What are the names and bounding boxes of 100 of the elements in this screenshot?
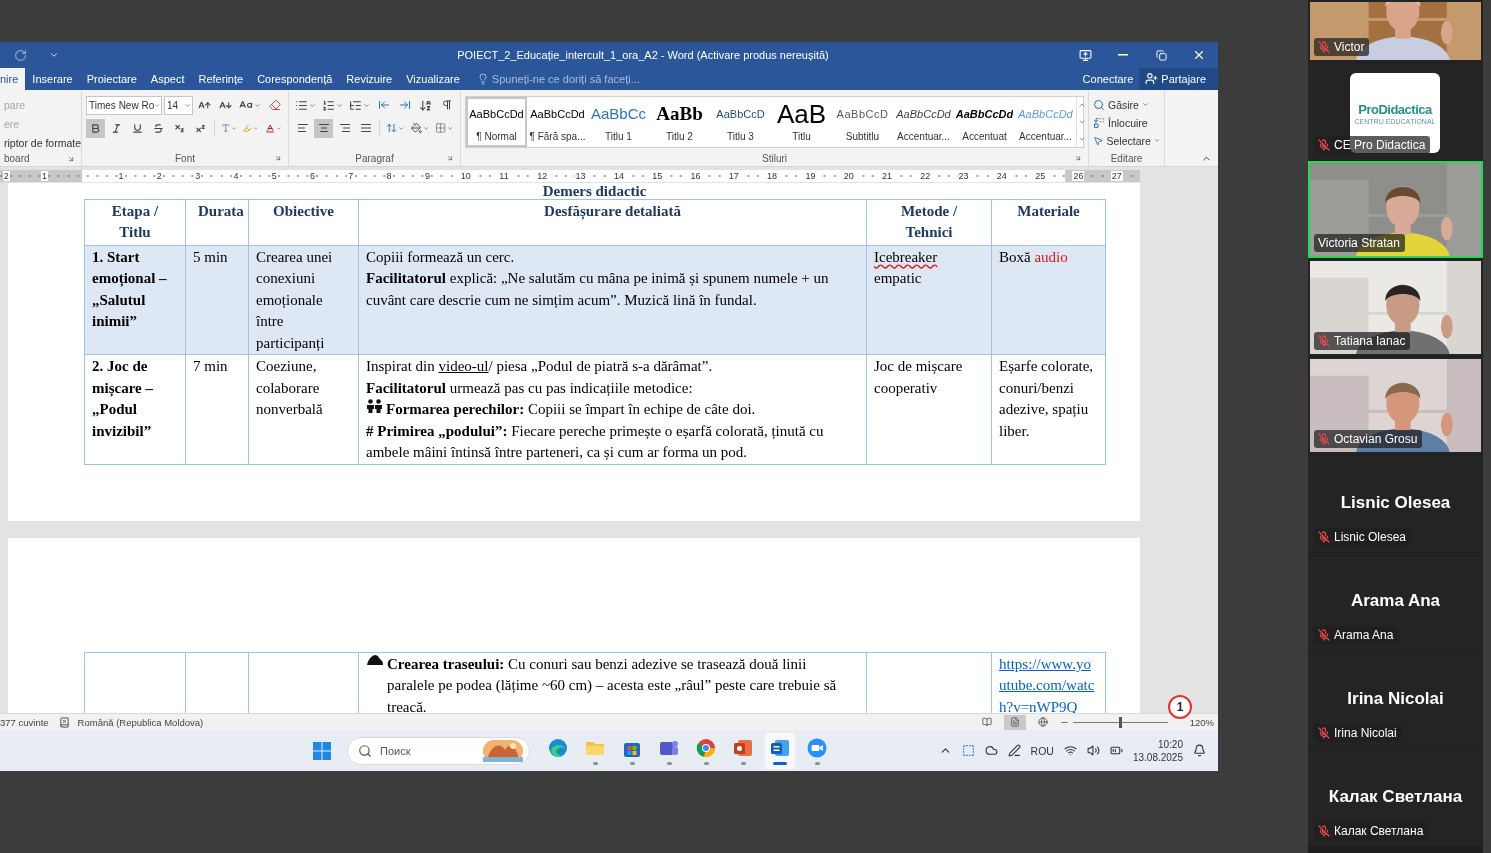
editing-command[interactable]: Găsire (1093, 95, 1160, 114)
tell-me-field[interactable]: Spuneți-ne ce doriți să faceți... (491, 73, 640, 85)
cell-text: Facilitatorul urmează pas cu pas indicațiile metodice: (366, 378, 694, 398)
ruler-number: 13 (574, 170, 587, 181)
style-item[interactable]: AaBbCcDd ¶ Normal (466, 96, 527, 147)
style-name: ¶ Fără spa... (529, 130, 586, 142)
clock[interactable]: 10:20 13.08.2025 (1132, 737, 1183, 764)
ribbon-tab[interactable]: Corespondență (250, 68, 340, 90)
style-item[interactable]: AaBbCcDd ¶ Fără spa... (527, 96, 588, 147)
column-header: Materiale (991, 199, 1106, 246)
style-preview: AaBbCcDd (530, 106, 585, 122)
participant-name: Victor (1334, 40, 1365, 54)
style-preview: AaBbCcD (716, 106, 765, 122)
style-name: Accentuar... (897, 130, 950, 142)
editing-command[interactable]: Înlocuire (1093, 113, 1160, 132)
ruler-number: 3 (194, 170, 202, 181)
cell-text: 5 min (193, 247, 229, 267)
participant-name: Irina Nicolai (1334, 726, 1397, 740)
cell-text: Crearea traseului: Cu conuri sau benzi adezive se trasează două linii paralele pe podea (lățime ~60 cm) – acesta este „râul” peste care trebuie să treacă. (387, 654, 838, 714)
participant-tile[interactable]: Tatiana Ianac (1308, 259, 1483, 356)
style-item[interactable]: AaBbCcDd Accentuat (954, 96, 1015, 147)
taskbar-search-field[interactable]: Поиск (347, 736, 530, 765)
participant-tile[interactable]: Victor (1308, 0, 1483, 62)
participant-name: Tatiana Ianac (1334, 334, 1406, 348)
ruler-number: 21 (880, 170, 893, 181)
input-language[interactable]: ROU (1030, 744, 1054, 757)
share-button[interactable]: Partajare (1139, 68, 1218, 90)
participant-tile[interactable]: Lisnic Olesea Lisnic Olesea (1308, 455, 1483, 552)
cell-text: Copiii formează un cerc. (366, 247, 516, 267)
language-status[interactable]: Română (Republica Moldova) (77, 716, 204, 728)
participant-tile[interactable]: Калак Светлана Калак Светлана (1308, 749, 1483, 846)
participant-tile[interactable]: Irina Nicolai Irina Nicolai (1308, 651, 1483, 748)
participant-tile[interactable]: Victoria Stratan (1308, 161, 1483, 258)
section-heading: Demers didactic (541, 183, 648, 199)
ribbon-tab[interactable]: Proiectare (79, 68, 144, 90)
word-count[interactable]: 377 cuvinte (0, 716, 49, 728)
style-name: Subtitlu (845, 130, 880, 142)
style-item[interactable]: AaBbCcD Subtitlu (832, 96, 893, 147)
ribbon-tab[interactable]: Revizuire (339, 68, 400, 90)
ribbon-tab[interactable]: Aspect (143, 68, 192, 90)
cell-text: Crearea unei conexiuni emoționale între participanți (256, 247, 334, 353)
participant-name: CE Pro Didactica (1334, 138, 1426, 152)
ribbon-tab[interactable]: Referințe (191, 68, 251, 90)
ruler-number: 2 (155, 170, 163, 181)
font-family-field[interactable]: Times New Ro (86, 95, 162, 115)
participant-name: Victoria Stratan (1318, 236, 1400, 250)
style-item[interactable]: AaBbCcDd Accentuar... (1015, 96, 1076, 147)
command-label: Înlocuire (1108, 116, 1148, 129)
participant-display-name: Arama Ana (1349, 590, 1442, 611)
style-item[interactable]: AaBbCc Titlu 1 (588, 96, 649, 147)
cell-text: # Primirea „podului”: Fiecare pereche primește o eșarfă colorată, ținută cu ambele mâini întinsă între parteneri, ca și cum ar forma un pod. (366, 421, 825, 463)
cell-text: Icebreaker empatic (874, 247, 939, 289)
style-item[interactable]: AaBb Titlu 2 (649, 96, 710, 147)
column-header: Desfășurare detaliată (358, 199, 867, 246)
ruler-number: 27 (1110, 170, 1123, 181)
style-item[interactable]: AaBbCcDd Accentuar... (893, 96, 954, 147)
window-title: POIECT_2_Educație_intercult_1_ora_A2 - Word (Activare produs nereușită) (456, 49, 830, 61)
participant-name: Калак Светлана (1334, 824, 1424, 838)
ruler-number: 20 (842, 170, 855, 181)
ruler-number: 10 (459, 170, 472, 181)
ribbon-tab[interactable]: nire (0, 68, 26, 90)
column-header: Metode / Tehnici (866, 199, 992, 246)
ruler-number: 5 (270, 170, 278, 181)
font-size-field[interactable]: 14 (164, 95, 194, 115)
participant-display-name: Калак Светлана (1327, 786, 1464, 807)
ruler-number: 25 (1034, 170, 1047, 181)
style-name: Titlu 2 (666, 130, 693, 142)
column-header: Durata (185, 199, 249, 246)
participant-name: Lisnic Olesea (1334, 530, 1407, 544)
ruler-number: 7 (347, 170, 355, 181)
style-item[interactable]: AaBbCcD Titlu 3 (710, 96, 771, 147)
cell-text: Eșarfe colorate, conuri/benzi adezive, spațiu liber. (999, 357, 1095, 441)
group-label: Font (175, 152, 195, 164)
ruler-number: 4 (232, 170, 240, 181)
style-name: Accentuar... (1019, 130, 1072, 142)
cell-text: 1. Start emoțional – „Salutul inimii” (92, 247, 168, 332)
ruler-number: 19 (804, 170, 817, 181)
ruler-number: 11 (498, 170, 510, 181)
participant-tile[interactable]: Octavian Grosu (1308, 357, 1483, 454)
style-preview: AaBbCcDd (469, 106, 524, 122)
search-placeholder: Поиск (380, 744, 412, 757)
ruler-number: 9 (423, 170, 431, 181)
ruler-number: 12 (536, 170, 549, 181)
editing-command[interactable]: Selectare (1093, 131, 1160, 150)
cell-text: Inspirat din video-ul/ piesa „Podul de piatră s-a dărâmat”. (366, 357, 714, 377)
participant-tile[interactable]: Arama Ana Arama Ana (1308, 553, 1483, 650)
date: 13.08.2025 (1132, 750, 1183, 764)
style-name: Accentuat (962, 130, 1007, 142)
ribbon-tab[interactable]: Inserare (25, 68, 80, 90)
group-label: Paragraf (355, 152, 394, 164)
style-name: ¶ Normal (476, 130, 517, 142)
sign-in-link[interactable]: Conectare (1076, 68, 1140, 90)
ruler-number: 18 (766, 170, 779, 181)
column-header: Etapa / Titlu (84, 199, 186, 246)
style-preview: AaBbCc (591, 103, 646, 124)
style-item[interactable]: AaB Titlu (771, 96, 832, 147)
ribbon-tab[interactable]: Vizualizare (399, 68, 467, 90)
logo-text: ProDidactica (1358, 101, 1432, 117)
ruler-number: 14 (612, 170, 625, 181)
zoom-percent[interactable]: 120% (1189, 716, 1214, 728)
